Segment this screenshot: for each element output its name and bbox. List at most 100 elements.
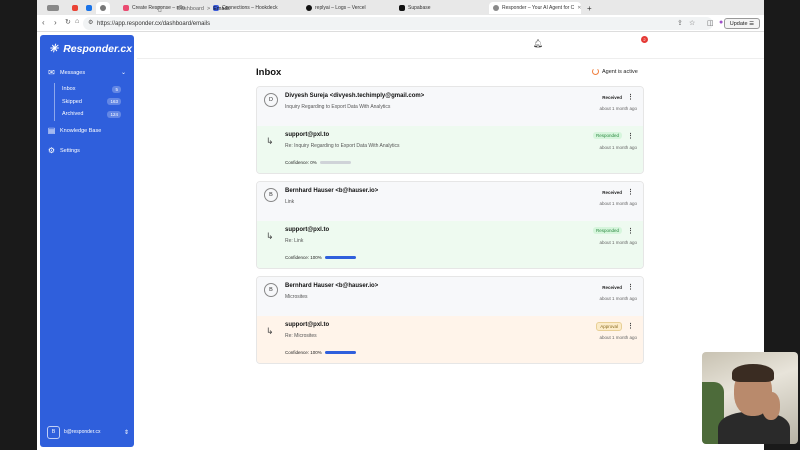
email-thread: B Bernhard Hauser <b@hauser.io> Microsit… (256, 276, 644, 364)
browser-window: Create Response – n8n Connections – Hook… (37, 0, 764, 450)
sender: support@pxl.to (285, 322, 330, 328)
sender: Bernhard Hauser <b@hauser.io> (285, 188, 379, 194)
tab-pinned-current[interactable] (96, 2, 110, 14)
reply-email[interactable]: ↳ support@pxl.to Re: Link Responded ⋮ ab… (257, 221, 643, 268)
timestamp: about 1 month ago (599, 296, 637, 301)
page-title: Inbox (256, 67, 282, 78)
webcam-person-hair (732, 364, 774, 382)
url-text: https://app.responder.cx/dashboard/email… (97, 20, 211, 27)
status-badge: Received (602, 285, 622, 290)
gear-icon: ⚙ (47, 146, 56, 155)
confidence-fill (324, 256, 356, 259)
notification-badge: 2 (641, 36, 648, 43)
tab-label: Responder – Your AI Agent for C (502, 5, 575, 11)
sidebar-toggle-icon[interactable]: ▯ (158, 5, 162, 13)
back-icon[interactable]: ‹ (42, 18, 45, 27)
confidence-bar (324, 351, 356, 354)
sidebar: ✳ Responder.cx ✉ Messages ⌄ Inbox 5 Skipped… (40, 35, 134, 447)
agent-status-text: Agent is active (602, 68, 638, 75)
webcam-overlay (702, 352, 798, 444)
tab-pinned-gmail[interactable] (68, 2, 80, 14)
more-options-icon[interactable]: ⋮ (627, 283, 634, 291)
reply-email[interactable]: ↳ support@pxl.to Re: Inquiry Regarding t… (257, 126, 643, 173)
sidebar-item-messages[interactable]: ✉ Messages (47, 68, 85, 77)
extensions-icon[interactable]: ◫ (707, 19, 714, 27)
profile-icon[interactable]: ● (719, 19, 723, 26)
tab-label: Supabase (408, 5, 431, 11)
confidence-label: Confidence: 0% (285, 160, 317, 165)
breadcrumb-dashboard[interactable]: Dashboard (177, 6, 204, 12)
user-switcher[interactable]: B b@responder.cx ⇕ (47, 425, 129, 439)
more-options-icon[interactable]: ⋮ (627, 93, 634, 101)
bookmark-icon[interactable]: ☆ (689, 19, 695, 27)
tab-pinned-1[interactable] (43, 2, 65, 14)
messages-subnav: Inbox 5 Skipped 163 Archived 124 (54, 83, 124, 121)
subject: Re: Inquiry Regarding to Export Data Wit… (285, 143, 400, 149)
sidebar-item-label: Settings (60, 147, 80, 154)
new-tab-button[interactable]: + (583, 2, 593, 14)
share-icon[interactable]: ⇪ (677, 19, 683, 27)
timestamp: about 1 month ago (599, 145, 637, 150)
confidence-label: Confidence: 100% (285, 255, 322, 260)
reload-icon[interactable]: ↻ (65, 18, 71, 26)
more-options-icon[interactable]: ⋮ (627, 188, 634, 196)
sender: Divyesh Sureja <divyesh.techimply@gmail.… (285, 93, 425, 99)
tab-supabase[interactable]: Supabase (395, 2, 487, 14)
confidence: Confidence: 100% (285, 350, 356, 355)
sidebar-item-knowledge-base[interactable]: ▤ Knowledge Base (47, 126, 102, 135)
confidence-label: Confidence: 100% (285, 350, 322, 355)
menu-icon: ☰ (749, 20, 754, 27)
responder-icon (493, 5, 499, 11)
subject: Link (285, 199, 295, 205)
brand[interactable]: ✳ Responder.cx (49, 42, 132, 56)
breadcrumb-separator: > (206, 6, 211, 12)
chevron-down-icon[interactable]: ⌄ (121, 69, 126, 76)
subject: Microsites (285, 294, 308, 300)
sender: support@pxl.to (285, 227, 330, 233)
sidebar-item-label: Archived (62, 111, 84, 118)
tab-vercel[interactable]: replyai – Logs – Vercel (302, 2, 394, 14)
sidebar-item-label: Inbox (62, 86, 76, 93)
timestamp: about 1 month ago (599, 201, 637, 206)
update-button[interactable]: Update ☰ (723, 18, 760, 29)
book-icon: ▤ (47, 126, 56, 135)
sidebar-item-settings[interactable]: ⚙ Settings (47, 146, 80, 155)
webcam-person-hand (762, 392, 780, 420)
incoming-email[interactable]: B Bernhard Hauser <b@hauser.io> Microsit… (257, 277, 643, 316)
forward-icon[interactable]: › (54, 18, 57, 27)
breadcrumb: Dashboard > Emails (177, 6, 230, 12)
site-info-icon[interactable]: ⚙ (88, 19, 93, 26)
sidebar-item-skipped[interactable]: Skipped 163 (58, 96, 124, 109)
timestamp: about 1 month ago (599, 335, 637, 340)
close-icon[interactable]: ✕ (577, 5, 581, 11)
tab-pinned-calendar[interactable] (82, 2, 94, 14)
user-email: b@responder.cx (64, 429, 101, 435)
tab-responder[interactable]: Responder – Your AI Agent for C ✕ (489, 2, 581, 14)
sidebar-item-label: Skipped (62, 98, 82, 105)
chevron-up-down-icon: ⇕ (123, 429, 129, 436)
confidence: Confidence: 100% (285, 255, 356, 260)
webcam-person-body (718, 412, 790, 444)
incoming-email[interactable]: B Bernhard Hauser <b@hauser.io> Link Rec… (257, 182, 643, 221)
bell-icon[interactable]: 🔔︎ (533, 39, 543, 48)
sidebar-item-archived[interactable]: Archived 124 (58, 108, 124, 121)
n8n-icon (123, 5, 129, 11)
count-badge: 124 (107, 110, 121, 118)
more-options-icon[interactable]: ⋮ (627, 227, 634, 235)
agent-status: Agent is active (592, 68, 638, 75)
reply-email[interactable]: ↳ support@pxl.to Re: Microsites Approval… (257, 316, 643, 363)
count-badge: 163 (107, 98, 121, 106)
more-options-icon[interactable]: ⋮ (627, 132, 634, 140)
url-field[interactable]: ⚙ https://app.responder.cx/dashboard/ema… (83, 17, 713, 30)
email-thread: B Bernhard Hauser <b@hauser.io> Link Rec… (256, 181, 644, 269)
sidebar-item-label: Messages (60, 69, 86, 76)
sender: Bernhard Hauser <b@hauser.io> (285, 283, 379, 289)
avatar: D (264, 93, 278, 107)
home-icon[interactable]: ⌂ (75, 18, 79, 25)
status-badge: Received (602, 95, 622, 100)
more-options-icon[interactable]: ⋮ (627, 322, 634, 330)
supabase-icon (399, 5, 405, 11)
reply-arrow-icon: ↳ (266, 136, 274, 146)
incoming-email[interactable]: D Divyesh Sureja <divyesh.techimply@gmai… (257, 87, 643, 126)
sidebar-item-inbox[interactable]: Inbox 5 (58, 83, 124, 96)
